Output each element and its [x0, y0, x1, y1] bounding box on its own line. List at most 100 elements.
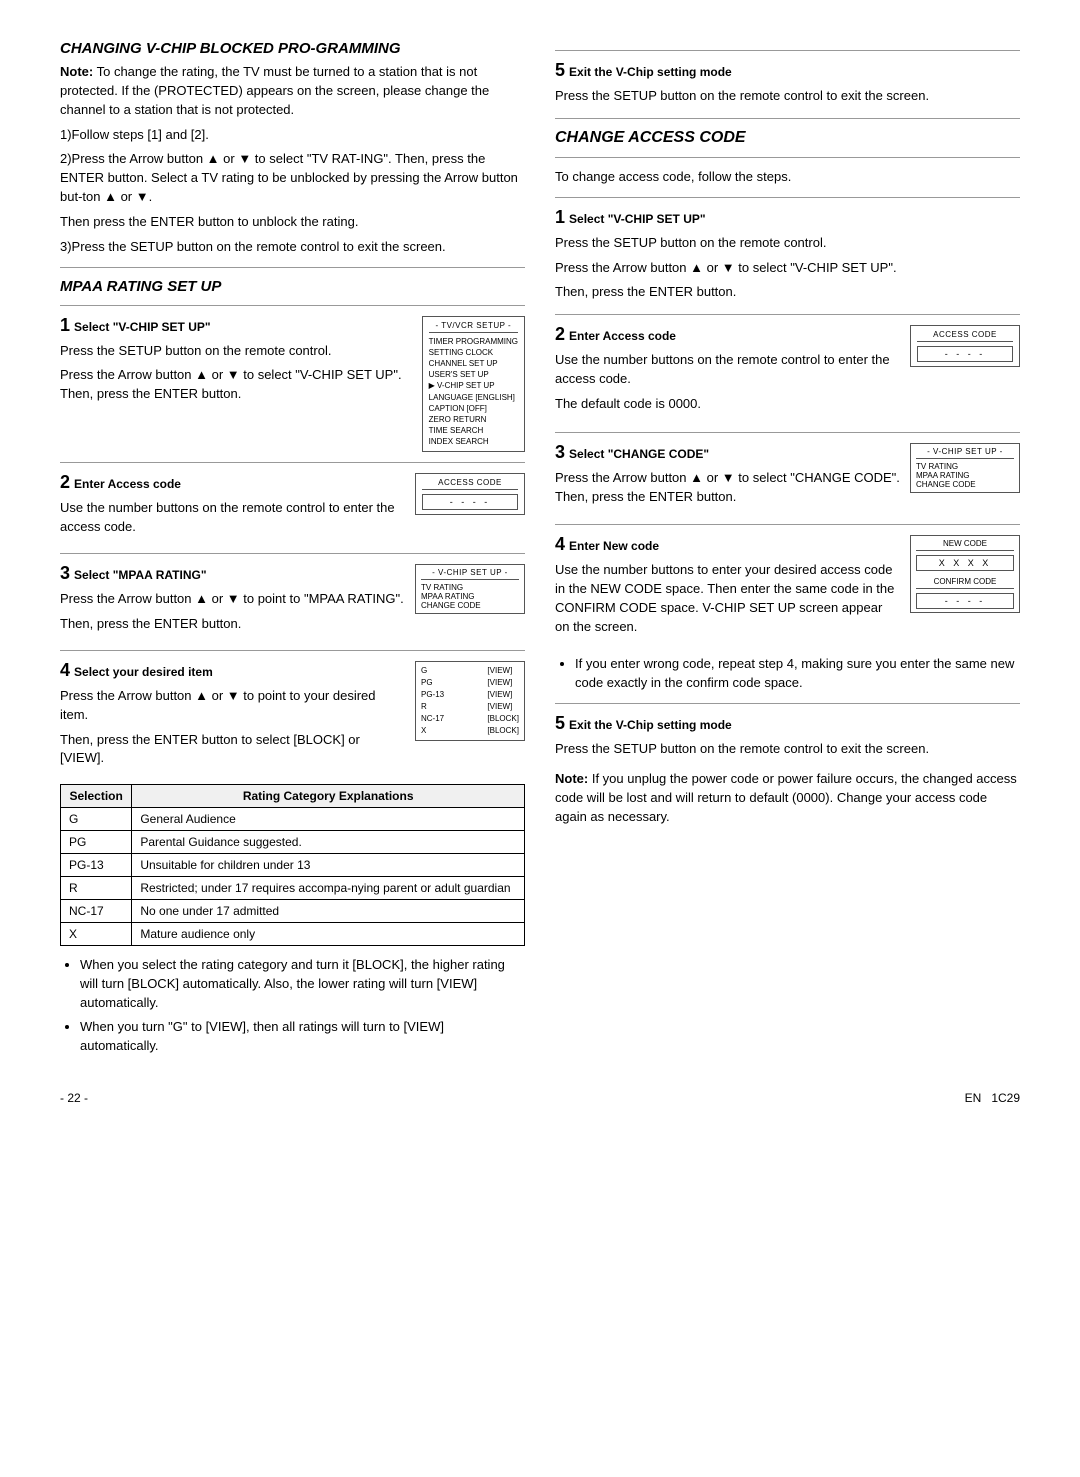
mpaa-step4: 4 Select your desired item Press the Arr… — [60, 661, 525, 774]
right-step5-top-header: 5 Exit the V-Chip setting mode — [555, 61, 1020, 83]
mpaa-step3-heading: Select "MPAA RATING" — [74, 568, 207, 582]
box-item-caption: CAPTION [OFF] — [429, 403, 518, 414]
changing-step-2b: Then press the ENTER button to unblock t… — [60, 213, 525, 232]
mpaa-step4-inner: 4 Select your desired item Press the Arr… — [60, 661, 525, 774]
footer-code: 1C29 — [991, 1091, 1020, 1105]
bullet-2: When you turn "G" to [VIEW], then all ra… — [80, 1018, 525, 1056]
mpaa-step2: 2 Enter Access code Use the number butto… — [60, 473, 525, 543]
mpaa-step1-header: 1 Select "V-CHIP SET UP" — [60, 316, 412, 338]
mpaa-step1-p2: Press the Arrow button ▲ or ▼ to select … — [60, 366, 412, 404]
ca-step4-number: 4 — [555, 535, 565, 553]
ca-step4-text: 4 Enter New code Use the number buttons … — [555, 535, 900, 642]
ca-step2-box-title: ACCESS CODE — [917, 330, 1013, 342]
box-item-zero: ZERO RETURN — [429, 414, 518, 425]
table-cell-g: G — [61, 808, 132, 831]
ca-step3-box: - V-CHIP SET UP - TV RATING MPAA RATING … — [910, 443, 1020, 493]
table-cell-r: R — [61, 877, 132, 900]
step4-values: [VIEW][VIEW][VIEW][VIEW][BLOCK][BLOCK] — [487, 665, 519, 737]
mpaa-step1-p1: Press the SETUP button on the remote con… — [60, 342, 412, 361]
table-cell-x-desc: Mature audience only — [132, 923, 525, 946]
mpaa-step1-text: 1 Select "V-CHIP SET UP" Press the SETUP… — [60, 316, 412, 411]
mpaa-step2-box: ACCESS CODE - - - - — [415, 473, 525, 515]
note-text: To change the rating, the TV must be tur… — [60, 64, 489, 117]
table-header-selection: Selection — [61, 785, 132, 808]
mpaa-step4-p2: Then, press the ENTER button to select [… — [60, 731, 405, 769]
ca-step1-number: 1 — [555, 208, 565, 226]
box-item-time: TIME SEARCH — [429, 425, 518, 436]
divider-ca-step2 — [555, 314, 1020, 315]
divider-ca-step3 — [555, 432, 1020, 433]
mpaa-step1-inner: 1 Select "V-CHIP SET UP" Press the SETUP… — [60, 316, 525, 453]
change-access-intro: To change access code, follow the steps. — [555, 168, 1020, 187]
ca-step2-inner: 2 Enter Access code Use the number butto… — [555, 325, 1020, 420]
mpaa-step1-number: 1 — [60, 316, 70, 334]
mpaa-step2-header: 2 Enter Access code — [60, 473, 405, 495]
ca-step4-box: NEW CODE X X X X CONFIRM CODE - - - - — [910, 535, 1020, 613]
ca-step2-box: ACCESS CODE - - - - — [910, 325, 1020, 367]
page-layout: CHANGING V-CHIP BLOCKED PRO-GRAMMING Not… — [60, 40, 1020, 1061]
ca-step4-header: 4 Enter New code — [555, 535, 900, 557]
table-row: X Mature audience only — [61, 923, 525, 946]
mpaa-step3-inner: 3 Select "MPAA RATING" Press the Arrow b… — [60, 564, 525, 640]
mpaa-step1-box-title: - TV/VCR SETUP - — [429, 321, 518, 333]
ca-step2-text: 2 Enter Access code Use the number butto… — [555, 325, 900, 420]
mpaa-step4-heading: Select your desired item — [74, 665, 213, 679]
divider-step1 — [60, 305, 525, 306]
left-column: CHANGING V-CHIP BLOCKED PRO-GRAMMING Not… — [60, 40, 525, 1061]
ca-new-code-title: NEW CODE — [916, 539, 1014, 551]
ca-bullet-1: If you enter wrong code, repeat step 4, … — [575, 655, 1020, 693]
table-cell-pg-desc: Parental Guidance suggested. — [132, 831, 525, 854]
ca-box-tv-rating: TV RATING — [916, 462, 1014, 471]
ca-step1-p2: Press the Arrow button ▲ or ▼ to select … — [555, 259, 1020, 278]
divider-step2 — [60, 462, 525, 463]
rating-table: Selection Rating Category Explanations G… — [60, 784, 525, 946]
mpaa-step1: 1 Select "V-CHIP SET UP" Press the SETUP… — [60, 316, 525, 453]
box-item-users: USER'S SET UP — [429, 369, 518, 380]
note-label: Note: — [60, 64, 93, 79]
page-footer: - 22 - EN 1C29 — [60, 1091, 1020, 1105]
mpaa-step4-box: GPGPG-13RNC-17X [VIEW][VIEW][VIEW][VIEW]… — [415, 661, 525, 741]
ca-note-label: Note: — [555, 771, 588, 786]
ca-box-mpaa-rating: MPAA RATING — [916, 471, 1014, 480]
ca-step3-heading: Select "CHANGE CODE" — [569, 447, 709, 461]
divider-right-top — [555, 50, 1020, 51]
box-mpaa-rating: MPAA RATING — [421, 592, 519, 601]
right-step5-top-text: Press the SETUP button on the remote con… — [555, 87, 1020, 106]
changing-step-3: 3)Press the SETUP button on the remote c… — [60, 238, 525, 257]
ca-step1-p3: Then, press the ENTER button. — [555, 283, 1020, 302]
ca-step5-heading: Exit the V-Chip setting mode — [569, 718, 732, 732]
mpaa-step3: 3 Select "MPAA RATING" Press the Arrow b… — [60, 564, 525, 640]
divider-ca-step5 — [555, 703, 1020, 704]
table-header-explanation: Rating Category Explanations — [132, 785, 525, 808]
box-change-code-l: CHANGE CODE — [421, 601, 519, 610]
table-cell-pg13-desc: Unsuitable for children under 13 — [132, 854, 525, 877]
ca-step5: 5 Exit the V-Chip setting mode Press the… — [555, 714, 1020, 759]
mpaa-step2-number: 2 — [60, 473, 70, 491]
section-change-access: CHANGE ACCESS CODE To change access code… — [555, 129, 1020, 827]
change-access-title: CHANGE ACCESS CODE — [555, 129, 1020, 147]
changing-step-2: 2)Press the Arrow button ▲ or ▼ to selec… — [60, 150, 525, 207]
footer-lang: EN — [965, 1091, 982, 1105]
box-item-index: INDEX SEARCH — [429, 436, 518, 447]
mpaa-bullets: When you select the rating category and … — [80, 956, 525, 1055]
table-cell-pg: PG — [61, 831, 132, 854]
divider-ca-1 — [555, 157, 1020, 158]
mpaa-step3-box: - V-CHIP SET UP - TV RATING MPAA RATING … — [415, 564, 525, 614]
divider-step4 — [60, 650, 525, 651]
mpaa-step2-text: 2 Enter Access code Use the number butto… — [60, 473, 405, 543]
box-item-vchip: V-CHIP SET UP — [429, 380, 518, 391]
table-cell-r-desc: Restricted; under 17 requires accompa-ny… — [132, 877, 525, 900]
mpaa-step2-p1: Use the number buttons on the remote con… — [60, 499, 405, 537]
box-item-timer: TIMER PROGRAMMING — [429, 336, 518, 347]
table-row: NC-17 No one under 17 admitted — [61, 900, 525, 923]
mpaa-step1-box: - TV/VCR SETUP - TIMER PROGRAMMING SETTI… — [422, 316, 525, 453]
mpaa-step4-text: 4 Select your desired item Press the Arr… — [60, 661, 405, 774]
box-item-channel: CHANNEL SET UP — [429, 358, 518, 369]
right-step5-top: 5 Exit the V-Chip setting mode Press the… — [555, 61, 1020, 106]
section-changing-vchip: CHANGING V-CHIP BLOCKED PRO-GRAMMING Not… — [60, 40, 525, 257]
ca-step3-number: 3 — [555, 443, 565, 461]
section-mpaa: MPAA RATING SET UP 1 Select "V-CHIP SET … — [60, 278, 525, 1056]
ca-step3-box-title: - V-CHIP SET UP - — [916, 447, 1014, 459]
ca-step4-inner: 4 Enter New code Use the number buttons … — [555, 535, 1020, 642]
ca-step5-header: 5 Exit the V-Chip setting mode — [555, 714, 1020, 736]
